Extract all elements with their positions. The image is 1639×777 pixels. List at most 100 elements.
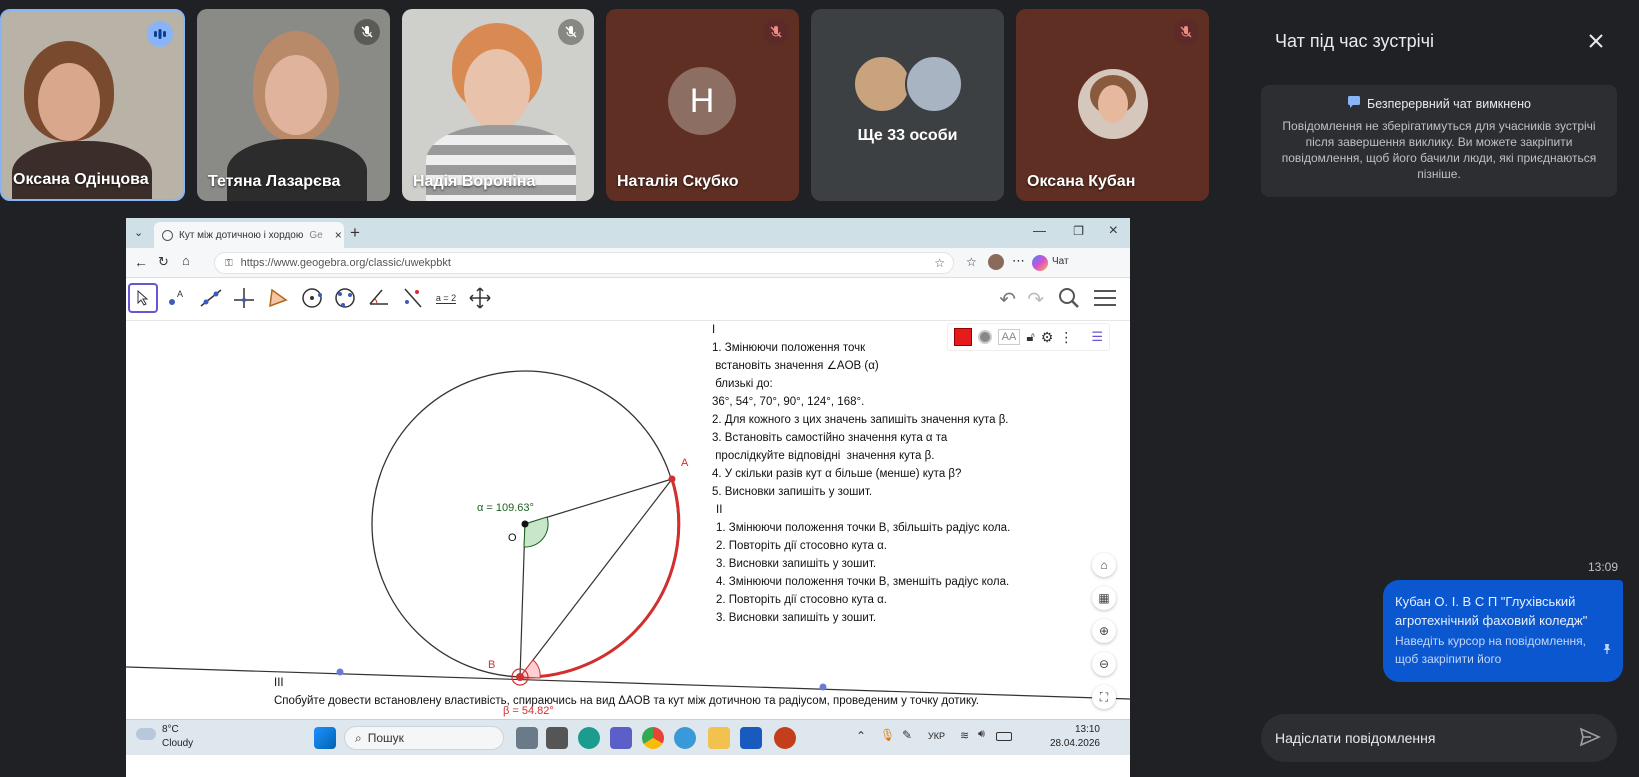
instruction-line: 5. Висновки запишіть у зошит. [712, 486, 873, 498]
edge-icon[interactable] [578, 727, 600, 749]
graphics-view-icon[interactable]: ▦ [1092, 586, 1116, 610]
circle-three-points-tool[interactable] [330, 283, 360, 313]
start-icon[interactable] [314, 727, 336, 749]
zoom-in-icon[interactable]: ⊕ [1092, 619, 1116, 643]
slider-tool[interactable]: a = 2 [431, 283, 461, 313]
tab-list-icon[interactable]: ⌄ [134, 226, 143, 239]
close-icon[interactable] [1584, 29, 1608, 53]
message-input[interactable]: Надіслати повідомлення [1261, 714, 1617, 762]
instruction-line: 3. Висновки запишіть у зошит. [716, 612, 877, 624]
widgets-icon[interactable] [546, 727, 568, 749]
url-input[interactable]: ⚿ https://www.geogebra.org/classic/uwekp… [214, 252, 954, 274]
gear-icon[interactable]: ⚙ [1041, 329, 1054, 346]
point-a [668, 475, 676, 483]
microphone-icon[interactable]: 🎙︎ [880, 728, 895, 742]
fullscreen-icon[interactable]: ⛶ [1092, 685, 1116, 709]
favorite-icon[interactable]: ☆ [934, 256, 945, 270]
tab-title: Кут між дотичною і хордою [179, 229, 304, 241]
perpendicular-tool[interactable] [229, 283, 259, 313]
chrome-icon[interactable] [642, 727, 664, 749]
participant-tile-3[interactable]: Надія Вороніна [402, 9, 594, 201]
back-icon[interactable]: ← [134, 254, 148, 270]
move-tool[interactable] [128, 283, 158, 313]
participant-tile-2[interactable]: Тетяна Лазарєва [197, 9, 390, 201]
participant-tile-1[interactable]: Оксана Одінцова [0, 9, 185, 201]
powerpoint-icon[interactable] [774, 727, 796, 749]
taskbar-search[interactable]: ⌕ Пошук [344, 726, 504, 750]
clock-date[interactable]: 28.04.2026 [1040, 738, 1100, 749]
pen-icon[interactable]: ✎ [902, 728, 912, 742]
point-style-button[interactable] [977, 330, 992, 344]
task-view-icon[interactable] [516, 727, 538, 749]
language-indicator[interactable]: УКР [928, 731, 945, 741]
circle-tool[interactable] [297, 283, 327, 313]
chat-message[interactable]: Кубан О. І. В С П "Глухівський агротехні… [1383, 580, 1623, 682]
copilot-label[interactable]: Чат [1052, 256, 1069, 267]
participant-tile-others[interactable]: Ще 33 особи [811, 9, 1004, 201]
reflect-tool[interactable] [398, 283, 428, 313]
browser-tab[interactable]: Кут між дотичною і хордою Ge × [154, 222, 344, 248]
redo-icon[interactable]: ↷ [1027, 287, 1044, 312]
battery-icon[interactable] [996, 732, 1012, 741]
instructions-part-3[interactable]: Спобуйте довести встановлену властивість… [274, 695, 979, 707]
weather-temp[interactable]: 8°C [162, 724, 179, 735]
undo-icon[interactable]: ↶ [999, 287, 1016, 312]
help-icon[interactable] [674, 727, 696, 749]
site-info-icon[interactable]: ⚿ [225, 258, 233, 269]
zoom-out-icon[interactable]: ⊖ [1092, 652, 1116, 676]
point-tool[interactable]: A [162, 283, 192, 313]
more-vertical-icon[interactable]: ⋮ [1059, 329, 1073, 346]
wifi-icon[interactable]: ≋ [960, 729, 969, 742]
clock-time[interactable]: 13:10 [1040, 724, 1100, 735]
close-window-icon[interactable]: × [1109, 222, 1118, 240]
address-bar: ← ↻ ⌂ ⚿ https://www.geogebra.org/classic… [126, 248, 1130, 278]
lock-icon[interactable]: 🔓︎ [1026, 329, 1034, 345]
word-icon[interactable] [740, 727, 762, 749]
profile-avatar[interactable] [988, 254, 1004, 270]
mic-off-icon [1173, 19, 1199, 45]
move-graphics-tool[interactable] [465, 283, 495, 313]
send-icon[interactable] [1579, 726, 1601, 751]
more-menu-icon[interactable]: ⋯ [1012, 253, 1025, 269]
toggle-algebra-icon[interactable]: ☰ [1091, 329, 1103, 345]
alpha-label[interactable]: α = 109.63° [477, 502, 534, 514]
participant-name: Наталія Скубко [617, 173, 739, 190]
weather-text[interactable]: Cloudy [162, 738, 193, 749]
favorites-icon[interactable]: ☆ [966, 255, 977, 269]
tangent-point-left [336, 668, 344, 676]
instruction-line: 2. Повторіть дії стосовно кута α. [716, 540, 887, 552]
restore-icon[interactable]: ❐ [1073, 224, 1084, 238]
mic-off-icon [558, 19, 584, 45]
instruction-line: 4. Змінюючи положення точки В, зменшіть … [716, 576, 1010, 588]
instruction-line: 1. Змінюючи положення точки В, збільшіть… [716, 522, 1011, 534]
color-swatch-button[interactable] [953, 328, 972, 346]
menu-icon[interactable] [1094, 289, 1116, 312]
pin-icon[interactable] [1601, 642, 1613, 660]
geogebra-graphics-view[interactable]: α = 109.63° O A B β = 54.82° I 1. Змінююч… [126, 321, 1130, 719]
close-tab-icon[interactable]: × [335, 228, 342, 242]
instructions-part-2[interactable]: II 1. Змінюючи положення точки В, збільші… [716, 501, 1010, 627]
search-icon[interactable] [1058, 287, 1080, 314]
point-o-label[interactable]: O [508, 532, 517, 544]
participant-tile-4[interactable]: Н Наталія Скубко [606, 9, 799, 201]
point-a-label[interactable]: A [681, 457, 688, 469]
point-b-label[interactable]: B [488, 659, 495, 671]
copilot-icon[interactable] [1032, 255, 1048, 271]
polygon-tool[interactable] [263, 283, 293, 313]
text-style-icon[interactable]: AA [997, 329, 1021, 345]
angle-tool[interactable] [364, 283, 394, 313]
minimize-icon[interactable]: — [1033, 223, 1046, 238]
reload-icon[interactable]: ↻ [158, 254, 169, 270]
file-explorer-icon[interactable] [708, 727, 730, 749]
line-tool[interactable] [196, 283, 226, 313]
new-tab-button[interactable]: + [350, 223, 360, 243]
speaking-indicator-icon [147, 21, 173, 47]
home-view-icon[interactable]: ⌂ [1092, 553, 1116, 577]
participant-tile-6[interactable]: Оксана Кубан [1016, 9, 1209, 201]
teams-icon[interactable] [610, 727, 632, 749]
home-icon[interactable]: ⌂ [182, 253, 190, 268]
volume-icon[interactable]: 🔊︎ [978, 728, 985, 741]
chevron-up-icon[interactable]: ⌃ [856, 729, 866, 743]
instruction-line: встановіть значення ∠AOB (α) [712, 360, 879, 372]
instruction-line: 36°, 54°, 70°, 90°, 124°, 168°. [712, 396, 865, 408]
